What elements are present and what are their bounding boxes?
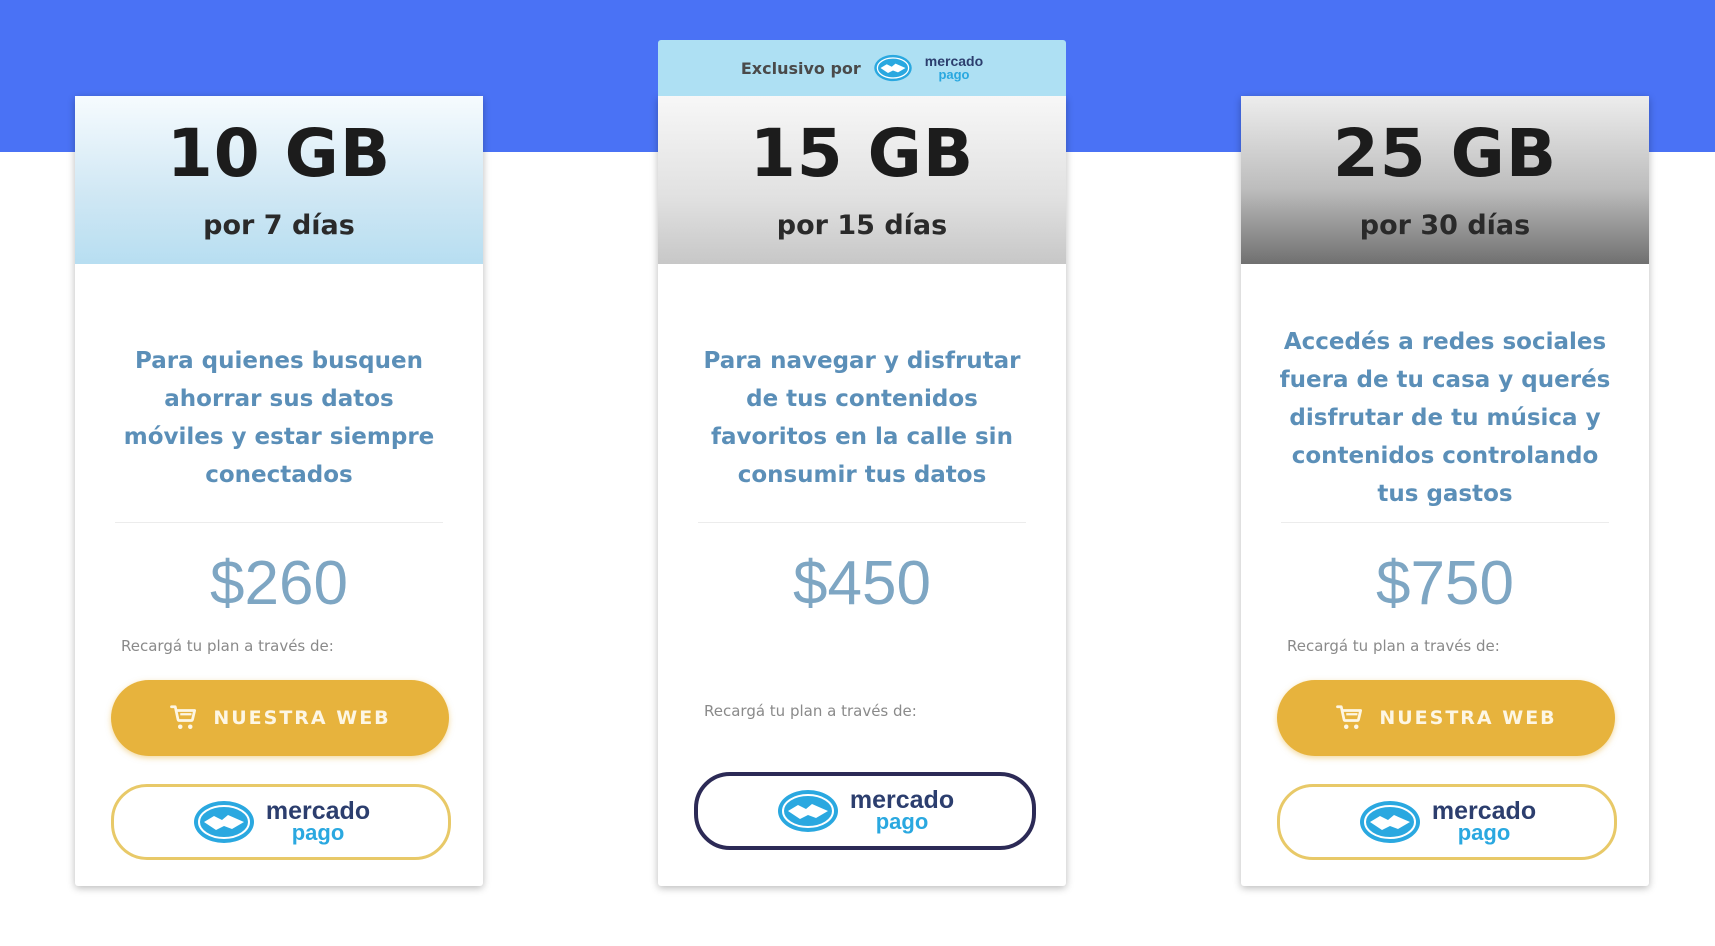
our-web-button[interactable]: NUESTRA WEB [1277, 680, 1615, 756]
our-web-button-label: NUESTRA WEB [213, 707, 391, 729]
plan-data-amount: 15 GB [749, 115, 975, 192]
exclusive-banner: Exclusivo por mercado pago [658, 40, 1066, 96]
plan-price: $450 [793, 549, 931, 618]
plan-description: Para navegar y disfrutar de tus contenid… [703, 348, 1021, 488]
mercado-pago-handshake-icon [777, 790, 838, 832]
cart-icon [1336, 705, 1363, 729]
our-web-button[interactable]: NUESTRA WEB [111, 680, 449, 756]
mercado-pago-word-2: pago [291, 820, 345, 845]
exclusive-mp-word-2: pago [938, 67, 970, 82]
divider [1281, 522, 1609, 523]
plan-data-amount: 25 GB [1332, 115, 1558, 192]
mercado-pago-button[interactable]: mercado pago [1277, 784, 1617, 860]
plan-description: Para quienes busquen ahorrar sus datos m… [123, 348, 435, 488]
mercado-pago-handshake-icon [874, 54, 912, 82]
mercado-pago-word-1: mercado [1431, 797, 1537, 825]
plan-card-25gb: 25 GB por 30 días Accedés a redes social… [1241, 96, 1649, 886]
mercado-pago-word-2: pago [1457, 820, 1511, 845]
plan-data-amount: 10 GB [166, 115, 392, 192]
mercado-pago-word-2: pago [875, 809, 929, 834]
plan-header: 15 GB por 15 días [658, 96, 1066, 264]
plan-description: Accedés a redes sociales fuera de tu cas… [1279, 329, 1611, 507]
plan-duration: por 7 días [203, 210, 355, 241]
mercado-pago-handshake-icon [1359, 801, 1420, 843]
mercado-pago-button[interactable]: mercado pago [111, 784, 451, 860]
recharge-label: Recargá tu plan a través de: [1287, 637, 1500, 655]
exclusive-label: Exclusivo por [740, 58, 861, 78]
plan-header: 10 GB por 7 días [75, 96, 483, 264]
mercado-pago-button[interactable]: mercado pago [694, 772, 1036, 850]
cart-icon [170, 705, 197, 729]
plan-duration: por 15 días [776, 210, 948, 241]
divider [115, 522, 443, 523]
plan-card-15gb: Exclusivo por mercado pago 15 GB por 15 … [658, 40, 1066, 886]
mercado-pago-word-1: mercado [849, 786, 955, 814]
recharge-label: Recargá tu plan a través de: [121, 637, 334, 655]
plan-price: $260 [210, 549, 348, 618]
plan-price: $750 [1376, 549, 1514, 618]
divider [698, 522, 1026, 523]
plan-duration: por 30 días [1359, 210, 1531, 241]
our-web-button-label: NUESTRA WEB [1379, 707, 1557, 729]
plan-card-10gb: 10 GB por 7 días Para quienes busquen ah… [75, 96, 483, 886]
plan-header: 25 GB por 30 días [1241, 96, 1649, 264]
recharge-label: Recargá tu plan a través de: [704, 702, 917, 720]
mercado-pago-word-1: mercado [265, 797, 371, 825]
mercado-pago-handshake-icon [193, 801, 254, 843]
